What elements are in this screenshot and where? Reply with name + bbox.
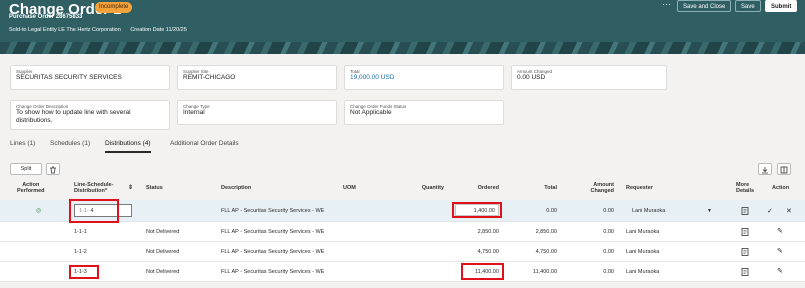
funds-status-value: Not Applicable (350, 109, 392, 116)
col-total: Total (544, 185, 557, 191)
supplier-value: SECURITAS SECURITY SERVICES (16, 74, 122, 81)
row-total: 2,850.00 (535, 229, 557, 235)
sort-icon[interactable]: ⇕ (128, 185, 133, 191)
purchase-order-number: Purchase Order 28675833 (9, 14, 83, 20)
edit-pencil-icon[interactable]: ✎ (777, 228, 783, 235)
table-row[interactable]: 1-1-1 Not Delivered FLL AP - Securitas S… (0, 222, 805, 242)
col-quantity: Quantity (421, 185, 444, 191)
split-button[interactable]: Split (10, 163, 42, 175)
col-uom: UOM (343, 185, 356, 191)
col-more-details-line2: Details (736, 188, 755, 194)
row-total: 4,750.00 (535, 249, 557, 255)
row-amount-changed: 0.00 (603, 229, 614, 235)
col-action-performed: Action Performed (17, 182, 45, 194)
row-total: 0.00 (546, 208, 557, 214)
row-amount-changed: 0.00 (603, 249, 614, 255)
highlight-distribution-input (69, 199, 119, 223)
col-line-schedule-distribution[interactable]: Line-Schedule- Distribution* (74, 182, 113, 194)
download-icon (762, 167, 768, 174)
row-ordered: 2,850.00 (477, 229, 499, 235)
details-icon[interactable] (741, 207, 749, 217)
total-value-link[interactable]: 19,000.00 USD (350, 74, 498, 82)
change-type-card: Change Type Internal (177, 100, 337, 125)
sold-to-legal-entity: Sold-to Legal Entity LE The Hertz Corpor… (9, 27, 121, 33)
row-amount-changed: 0.00 (603, 208, 614, 214)
row-status: Not Delivered (146, 269, 180, 275)
col-status: Status (146, 185, 163, 191)
tab-additional-order-details[interactable]: Additional Order Details (170, 140, 239, 147)
save-and-close-button[interactable]: Save and Close (677, 0, 732, 12)
table-row[interactable]: 1-1-3 Not Delivered FLL AP - Securitas S… (0, 262, 805, 282)
export-button[interactable] (758, 163, 772, 175)
page-header: Change Order 1 Incomplete Purchase Order… (0, 0, 805, 54)
row-requester: Lani Muraoka (626, 269, 660, 275)
col-description: Description (221, 185, 252, 191)
submit-button[interactable]: Submit (765, 0, 798, 12)
row-distribution: 1-1-2 (74, 249, 87, 255)
cancel-row-close-icon[interactable]: ✕ (786, 208, 792, 215)
edit-pencil-icon[interactable]: ✎ (777, 268, 783, 275)
description-card: Change Order Description To show how to … (10, 100, 170, 130)
header-meta: Sold-to Legal Entity LE The Hertz Corpor… (9, 27, 195, 33)
supplier-site-value: REMIT-CHICAGO (183, 74, 236, 81)
save-button[interactable]: Save (735, 0, 761, 12)
col-requester: Requester (626, 185, 653, 191)
requester-dropdown-icon[interactable]: ▼ (707, 208, 712, 215)
supplier-site-card: Supplier Site REMIT-CHICAGO (177, 65, 337, 90)
delete-button[interactable] (46, 163, 60, 175)
details-icon[interactable] (741, 248, 749, 258)
col-ordered: Ordered (477, 185, 499, 191)
row-requester: Lani Muraoka (626, 249, 660, 255)
amount-changed-card: Amount Changed 0.00 USD (511, 65, 667, 90)
row-distribution: 1-1-1 (74, 229, 87, 235)
row-requester[interactable]: Lani Muraoka (632, 208, 665, 215)
description-value-line1: To show how to update line with several (16, 109, 131, 116)
col-amount-changed-line2: Changed (590, 188, 614, 194)
row-ordered: 4,750.00 (477, 249, 499, 255)
row-description: FLL AP - Securitas Security Services - W… (221, 208, 325, 214)
status-badge: Incomplete (95, 2, 133, 13)
trash-icon (50, 166, 56, 174)
header-banner (0, 42, 805, 54)
details-icon[interactable] (741, 268, 749, 278)
row-description: FLL AP - Securitas Security Services - W… (221, 229, 325, 235)
change-type-value: Internal (183, 109, 205, 116)
row-amount-changed: 0.00 (603, 269, 614, 275)
col-lsd-line2: Distribution* (74, 188, 107, 194)
amount-changed-value: 0.00 USD (517, 74, 546, 81)
columns-button[interactable] (777, 163, 791, 175)
highlight-ordered-11400 (461, 263, 504, 280)
col-amount-changed: Amount Changed (576, 182, 614, 194)
supplier-card: Supplier SECURITAS SECURITY SERVICES (10, 65, 170, 90)
row-description: FLL AP - Securitas Security Services - W… (221, 249, 325, 255)
table-row[interactable]: 1-1-2 Not Delivered FLL AP - Securitas S… (0, 242, 805, 262)
save-row-check-icon[interactable]: ✓ (767, 208, 773, 215)
tab-schedules[interactable]: Schedules (1) (50, 140, 90, 147)
col-action: Action (772, 185, 790, 191)
row-requester: Lani Muraoka (626, 229, 660, 235)
row-total: 11,400.00 (532, 269, 557, 275)
col-action-performed-line2: Performed (17, 188, 45, 194)
highlight-distribution-113 (69, 265, 99, 279)
table-row[interactable]: ◎ 1-1- 4 FLL AP - Securitas Security Ser… (0, 200, 805, 222)
columns-icon (780, 166, 788, 174)
new-line-icon: ◎ (36, 208, 42, 214)
description-value-line2: distributions. (16, 117, 53, 124)
creation-date: Creation Date 11/20/25 (130, 27, 187, 33)
details-icon[interactable] (741, 228, 749, 238)
funds-status-card: Change Order Funds Status Not Applicable (344, 100, 504, 125)
edit-pencil-icon[interactable]: ✎ (777, 248, 783, 255)
col-more-details: More Details (736, 182, 754, 194)
tab-distributions[interactable]: Distributions (4) (105, 140, 151, 153)
more-actions-icon[interactable]: ··· (662, 0, 671, 9)
row-status: Not Delivered (146, 249, 180, 255)
row-status: Not Delivered (146, 229, 180, 235)
highlight-ordered-input (452, 202, 502, 218)
total-card: Total 19,000.00 USD (344, 65, 504, 90)
row-description: FLL AP - Securitas Security Services - W… (221, 269, 325, 275)
tab-lines[interactable]: Lines (1) (10, 140, 35, 147)
